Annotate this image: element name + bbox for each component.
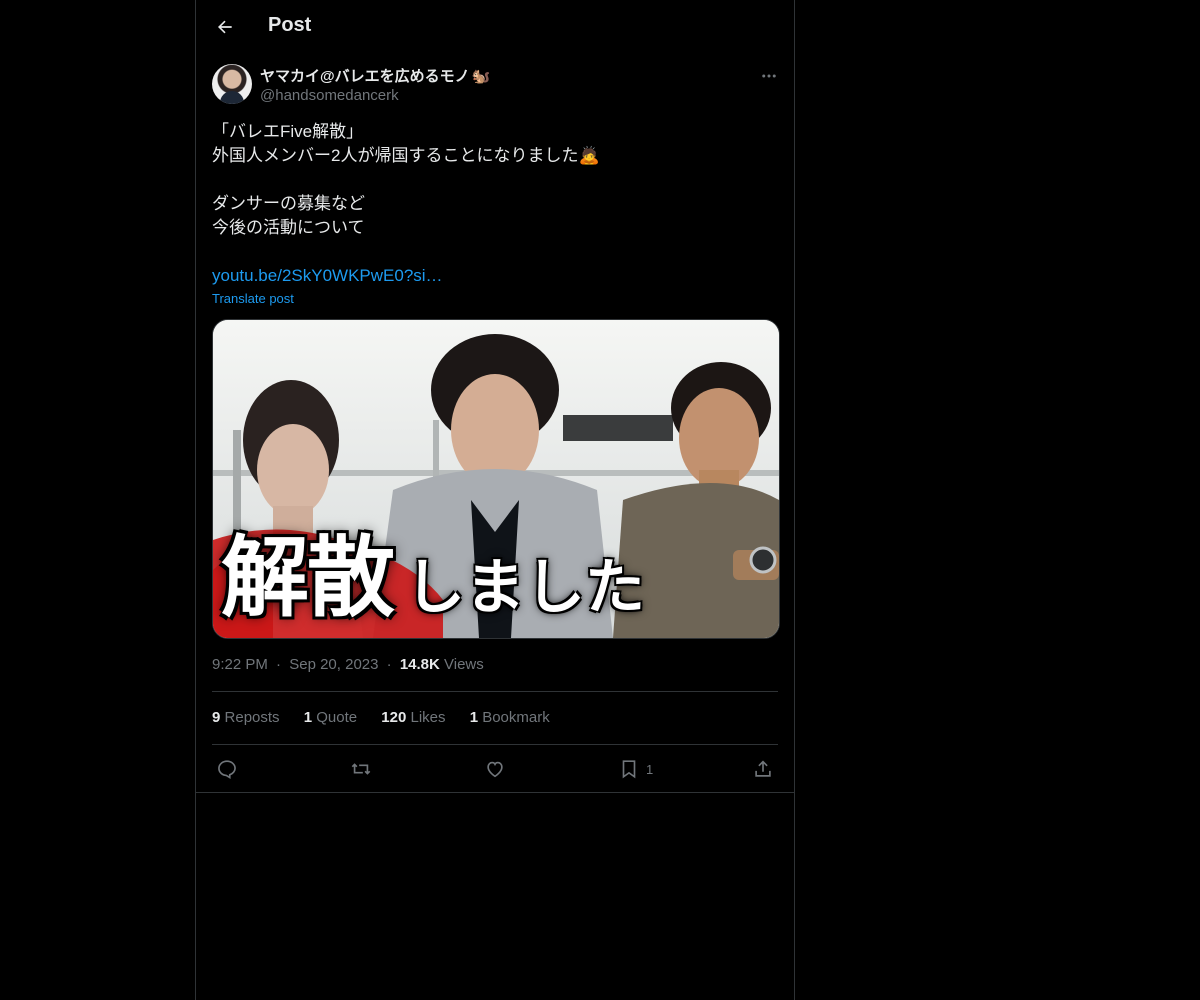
views-count: 14.8K (399, 656, 440, 673)
bookmark-icon (622, 760, 636, 779)
post-text-line-1: 「バレエFive解散」 外国人メンバー2人が帰国することになりました (212, 122, 579, 165)
share-icon (755, 760, 771, 777)
page-title: Post (268, 14, 312, 36)
reposts-label: Reposts (224, 709, 280, 726)
author-handle[interactable]: @handsomedancerk (260, 87, 399, 104)
media-overlay-caption: 解散 しました (221, 508, 645, 628)
author-display-name[interactable]: ヤマカイ@バレエを広めるモノ 🐿️ (260, 65, 490, 86)
divider (196, 792, 794, 793)
media-overlay-small: しました (405, 553, 646, 623)
bookmark-button[interactable]: 1 (618, 757, 653, 781)
post-link[interactable]: youtu.be/2SkY0WKPwE0?si… (212, 266, 443, 285)
more-dots-icon (762, 74, 776, 78)
meta-separator: · (276, 656, 282, 673)
divider (212, 691, 778, 692)
post-detail-column: Post ヤマカイ@バレエを広めるモノ 🐿️ @handsomedancerk 「… (195, 0, 795, 1000)
reposts-count: 9 (212, 709, 221, 726)
post-media-image[interactable]: 解散 しました (212, 319, 780, 639)
reply-icon (218, 760, 236, 779)
quotes-label: Quote (316, 709, 358, 726)
author-name-text: ヤマカイ@バレエを広めるモノ (260, 68, 470, 85)
post-header: Post (196, 0, 794, 53)
post-meta: 9:22 PM · Sep 20, 2023 · 14.8K Views (212, 656, 484, 673)
post-text: 「バレエFive解散」 外国人メンバー2人が帰国することになりました🙇 ダンサー… (212, 120, 778, 288)
bookmarks-stat[interactable]: 1 Bookmark (470, 709, 550, 726)
meta-separator: · (386, 656, 392, 673)
post-actions-bar: 1 (212, 757, 778, 781)
likes-count: 120 (381, 709, 407, 726)
post-text-body: ダンサーの募集など 今後の活動について (212, 194, 365, 237)
views-label: Views (444, 656, 484, 673)
squirrel-emoji-icon: 🐿️ (471, 68, 491, 85)
back-button[interactable] (208, 10, 242, 44)
bowing-person-emoji-icon: 🙇 (578, 146, 600, 165)
likes-label: Likes (410, 709, 446, 726)
like-icon (487, 761, 503, 778)
more-options-button[interactable] (754, 64, 784, 88)
bookmark-count: 1 (646, 761, 654, 777)
likes-stat[interactable]: 120 Likes (381, 709, 445, 726)
back-arrow-icon (218, 20, 232, 34)
post-date[interactable]: Sep 20, 2023 (289, 656, 378, 673)
reposts-stat[interactable]: 9 Reposts (212, 709, 280, 726)
share-button[interactable] (752, 757, 774, 781)
media-overlay-big: 解散 (221, 526, 395, 629)
post-stats: 9 Reposts 1 Quote 120 Likes 1 Bookmark (212, 709, 570, 726)
post-time[interactable]: 9:22 PM (212, 656, 268, 673)
repost-icon (351, 763, 371, 775)
repost-button[interactable] (350, 757, 372, 781)
divider (212, 744, 778, 745)
quotes-stat[interactable]: 1 Quote (304, 709, 357, 726)
quotes-count: 1 (303, 709, 313, 726)
avatar[interactable] (212, 64, 252, 104)
translate-post-link[interactable]: Translate post (212, 291, 294, 306)
bookmarks-label: Bookmark (482, 709, 550, 726)
like-button[interactable] (484, 757, 506, 781)
bookmarks-count: 1 (469, 709, 479, 726)
reply-button[interactable] (216, 757, 238, 781)
